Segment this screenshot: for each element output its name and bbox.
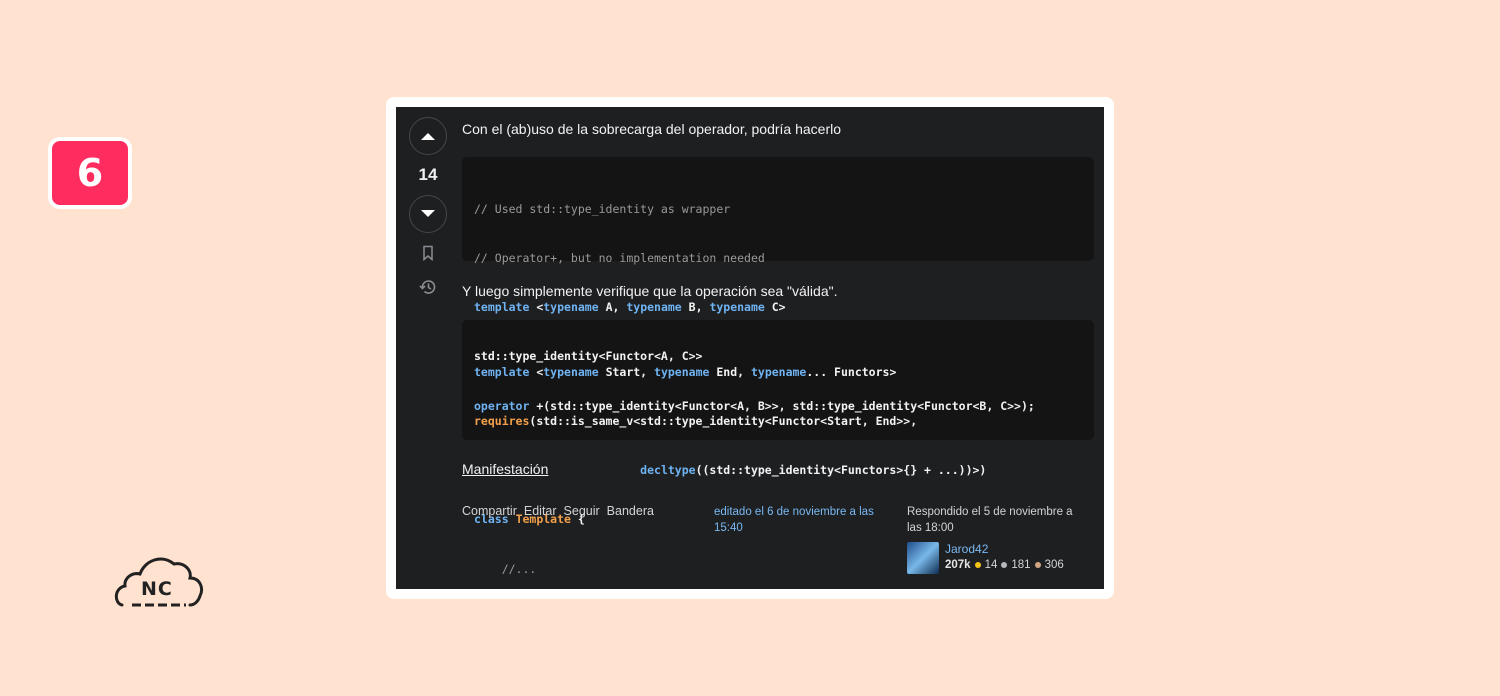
vote-count: 14: [418, 165, 438, 184]
code-block-operator: // Used std::type_identity as wrapper //…: [462, 157, 1094, 413]
manifestation-link[interactable]: Manifestación: [462, 461, 548, 477]
middle-paragraph: Y luego simplemente verifique que la ope…: [462, 283, 838, 299]
bookmark-icon: [423, 245, 433, 262]
post-footer: Compartir Editar Seguir Bandera editado …: [462, 504, 1094, 584]
edit-link[interactable]: Editar: [524, 504, 557, 518]
user-reputation: 207k 14 181 306: [945, 559, 1064, 571]
answer-post: 14 Con el (ab)uso de la sobrecarga del o…: [396, 107, 1104, 589]
downvote-button[interactable]: [409, 195, 447, 233]
caret-up-icon: [421, 133, 435, 140]
edited-timestamp-link[interactable]: editado el 6 de noviembre a las 15:40: [714, 505, 894, 536]
reputation-score: 207k: [945, 559, 971, 571]
step-number-badge: 6: [48, 137, 132, 209]
step-number: 6: [76, 151, 104, 195]
follow-link[interactable]: Seguir: [564, 504, 600, 518]
avatar[interactable]: [907, 542, 939, 574]
answered-timestamp: Respondido el 5 de noviembre a las 18:00: [907, 506, 1073, 534]
upvote-button[interactable]: [409, 117, 447, 155]
code-line: // Operator+, but no implementation need…: [474, 251, 765, 266]
silver-badge-icon: [1001, 562, 1008, 568]
user-name-link[interactable]: Jarod42: [945, 542, 1064, 556]
vote-column: 14: [408, 117, 448, 301]
flag-link[interactable]: Bandera: [607, 504, 654, 518]
logo-text: NC: [141, 578, 173, 600]
code-line: // Used std::type_identity as wrapper: [474, 201, 731, 216]
post-body: Con el (ab)uso de la sobrecarga del oper…: [462, 120, 1094, 576]
bronze-badge-icon: [1034, 562, 1041, 568]
code-line: template <typename Start, typename End, …: [474, 364, 897, 379]
intro-paragraph: Con el (ab)uso de la sobrecarga del oper…: [462, 121, 842, 137]
code-line: operator +(std::type_identity<Functor<A,…: [474, 398, 1035, 413]
user-card: Jarod42 207k 14 181 306: [907, 542, 1064, 574]
gold-badge-icon: [974, 562, 981, 568]
silver-badge-count: 181: [1011, 559, 1031, 571]
code-block-template: template <typename Start, typename End, …: [462, 320, 1094, 576]
code-line: template <typename A, typename B, typena…: [474, 300, 786, 315]
share-link[interactable]: Compartir: [462, 504, 517, 518]
bookmark-button[interactable]: [421, 245, 435, 266]
code-line: requires(std::is_same_v<std::type_identi…: [474, 414, 918, 429]
gold-badge-count: 14: [984, 559, 998, 571]
caret-down-icon: [421, 210, 435, 217]
history-icon: [419, 280, 436, 294]
post-actions: Compartir Editar Seguir Bandera: [462, 504, 654, 518]
history-button[interactable]: [419, 278, 437, 301]
bronze-badge-count: 306: [1044, 559, 1064, 571]
